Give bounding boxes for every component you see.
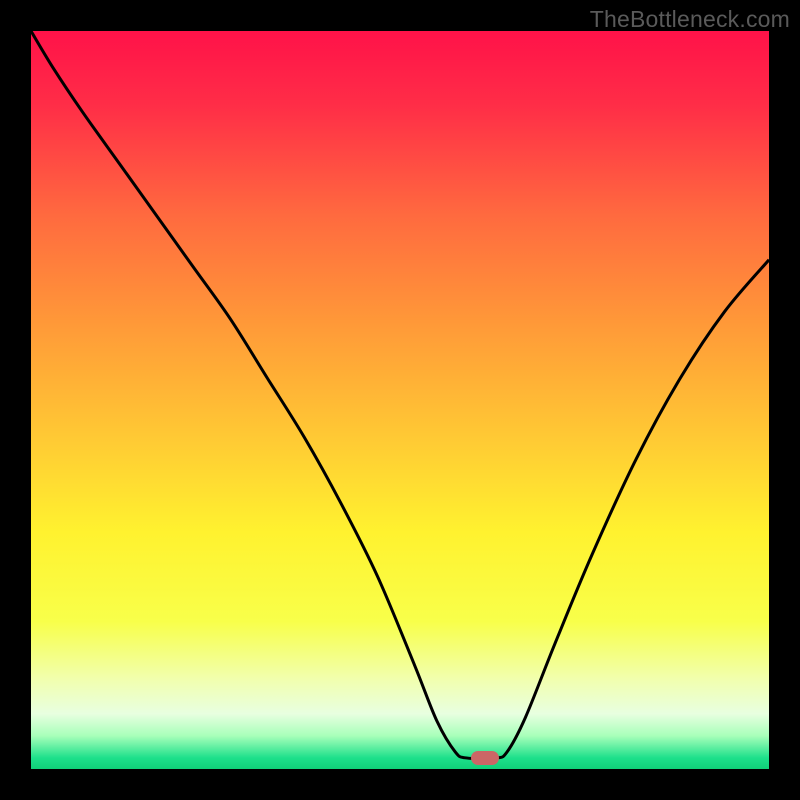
chart-curve-layer xyxy=(31,31,769,769)
chart-curve xyxy=(31,31,769,759)
plot-area xyxy=(31,31,769,769)
watermark-text: TheBottleneck.com xyxy=(590,6,790,33)
optimal-marker xyxy=(471,751,499,765)
